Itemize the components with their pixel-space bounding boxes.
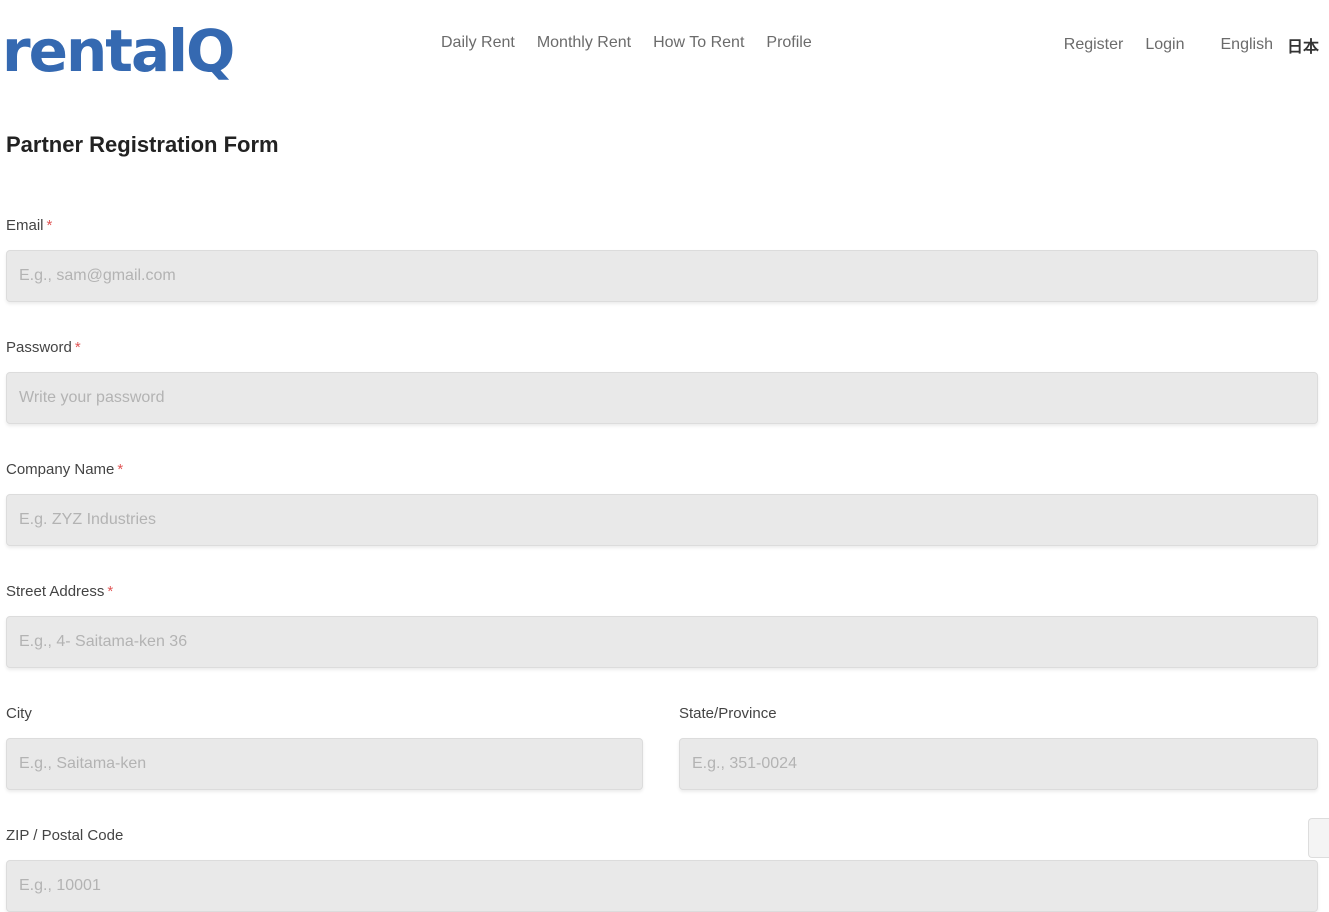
required-marker: * <box>107 583 114 600</box>
state-province-input[interactable] <box>679 738 1318 790</box>
street-label: Street Address * <box>6 583 114 600</box>
nav-how-to-rent[interactable]: How To Rent <box>653 34 744 52</box>
street-group: Street Address * <box>6 582 1318 668</box>
account-nav: Register Login English 日本 <box>1064 33 1319 57</box>
main-nav: Daily Rent Monthly Rent How To Rent Prof… <box>441 31 812 55</box>
state-label: State/Province <box>679 705 777 722</box>
register-link[interactable]: Register <box>1064 36 1124 54</box>
login-link[interactable]: Login <box>1145 36 1184 54</box>
company-label: Company Name * <box>6 461 124 478</box>
required-marker: * <box>74 339 81 356</box>
company-group: Company Name * <box>6 460 1318 546</box>
zip-code-input[interactable] <box>6 860 1318 912</box>
city-input[interactable] <box>6 738 643 790</box>
site-logo[interactable]: rentalQ <box>2 4 262 88</box>
lang-japanese[interactable]: 日本 <box>1287 33 1319 57</box>
state-group: State/Province <box>679 704 1318 790</box>
password-group: Password * <box>6 338 1318 424</box>
required-marker: * <box>46 217 53 234</box>
city-group: City <box>6 704 643 790</box>
lang-english[interactable]: English <box>1221 36 1273 54</box>
email-input[interactable] <box>6 250 1318 302</box>
nav-profile[interactable]: Profile <box>766 34 811 52</box>
email-label: Email * <box>6 217 53 234</box>
password-input[interactable] <box>6 372 1318 424</box>
nav-daily-rent[interactable]: Daily Rent <box>441 34 515 52</box>
required-marker: * <box>117 461 124 478</box>
street-address-input[interactable] <box>6 616 1318 668</box>
company-name-input[interactable] <box>6 494 1318 546</box>
nav-monthly-rent[interactable]: Monthly Rent <box>537 34 631 52</box>
password-label: Password * <box>6 339 81 356</box>
zip-group: ZIP / Postal Code <box>6 826 1318 912</box>
city-label: City <box>6 705 32 722</box>
zip-label: ZIP / Postal Code <box>6 827 124 844</box>
page-title: Partner Registration Form <box>6 132 279 157</box>
logo-text: rentalQ <box>2 17 235 85</box>
language-switcher: English 日本 <box>1221 33 1320 57</box>
email-group: Email * <box>6 216 1318 302</box>
side-scroll-tab[interactable] <box>1308 818 1329 858</box>
